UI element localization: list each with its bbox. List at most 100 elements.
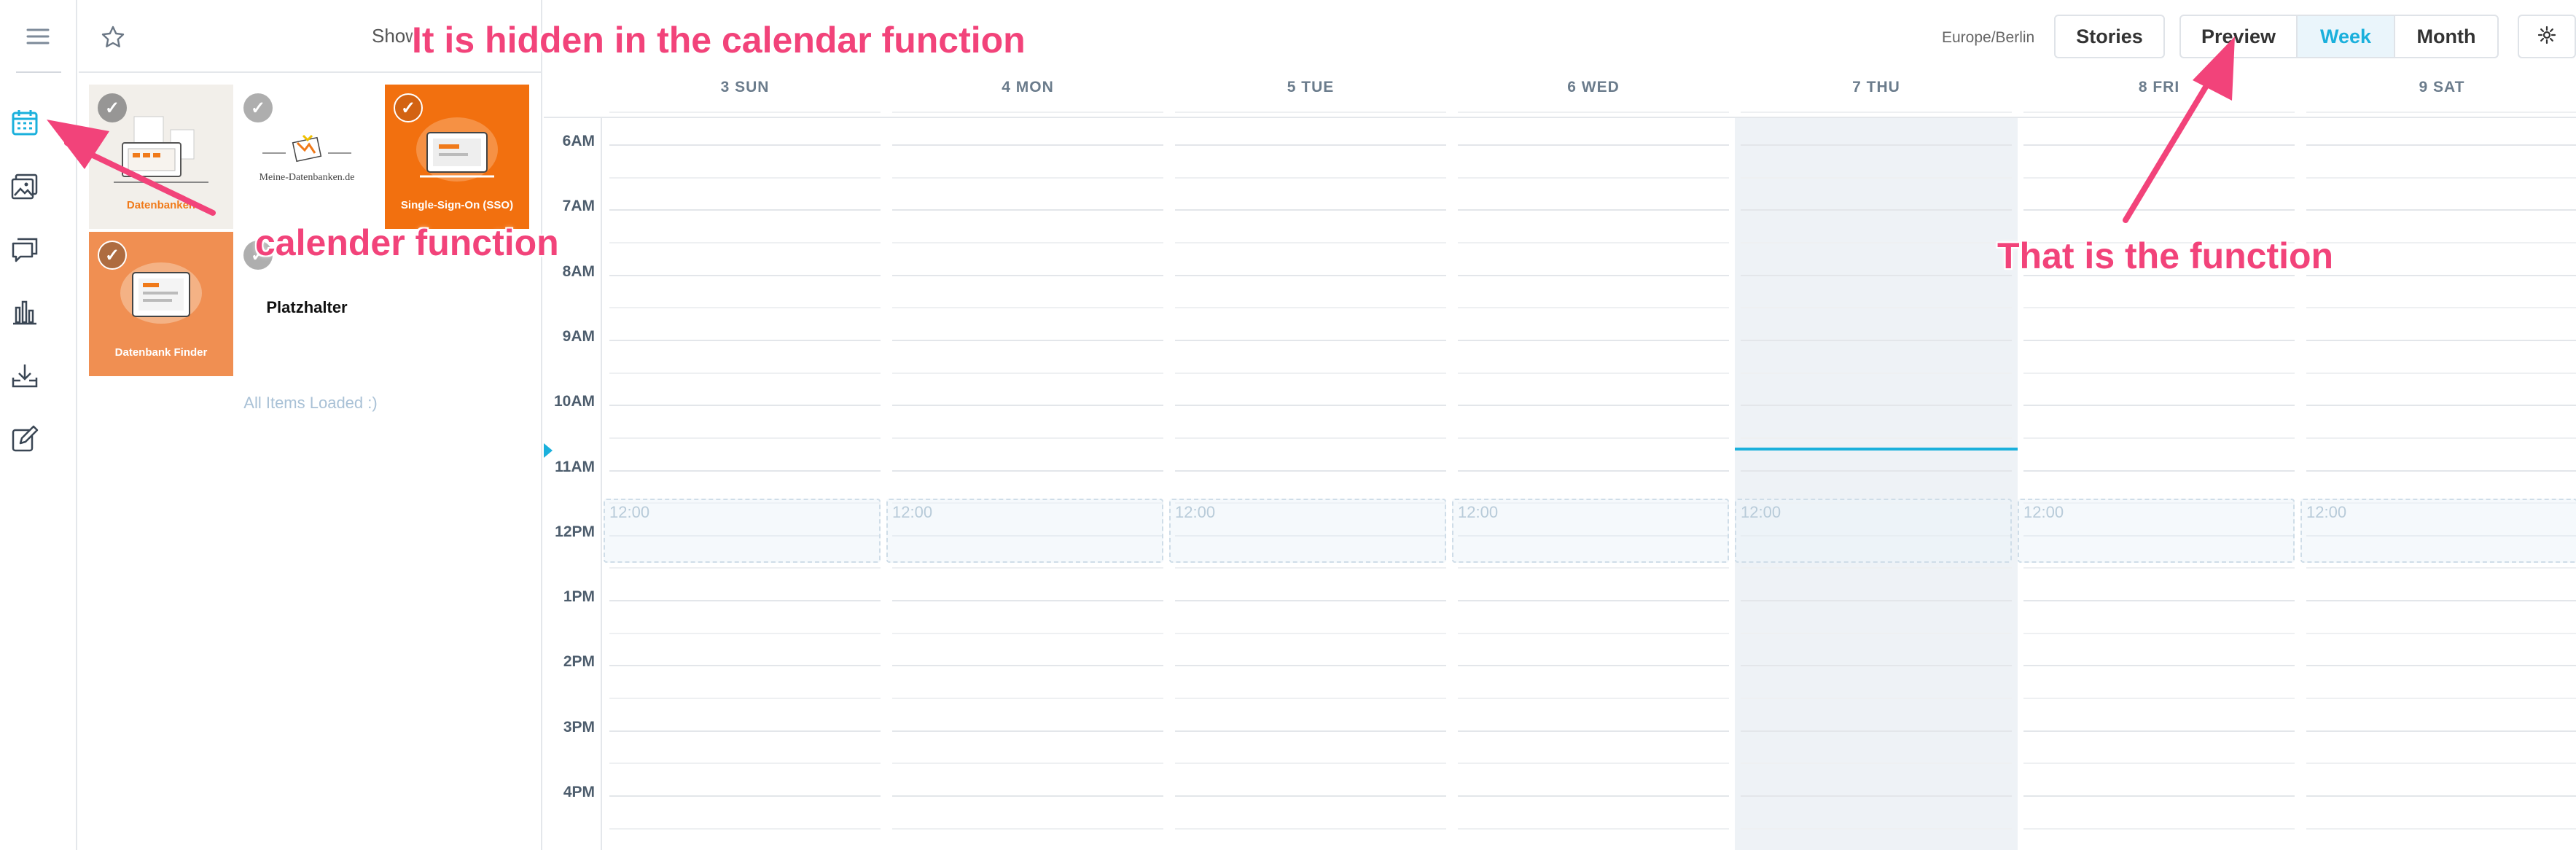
time-slot[interactable]: 12:00 bbox=[1735, 498, 2012, 563]
half-hour-line bbox=[2023, 112, 2295, 114]
check-icon[interactable]: ✓ bbox=[98, 241, 127, 270]
day-column[interactable]: 12:00 bbox=[1735, 112, 2018, 850]
annotation-right: That is the function bbox=[1997, 235, 2334, 276]
day-column[interactable]: 12:00 bbox=[1452, 112, 1735, 850]
hour-line bbox=[2306, 730, 2576, 732]
time-slot[interactable]: 12:00 bbox=[1452, 498, 1729, 563]
month-button[interactable]: Month bbox=[2394, 15, 2499, 58]
time-slot[interactable]: 12:00 bbox=[2300, 498, 2576, 563]
hour-line bbox=[1175, 795, 1446, 797]
day-header[interactable]: 3 SUN bbox=[604, 79, 886, 114]
tile-label: Single-Sign-On (SSO) bbox=[400, 199, 514, 211]
half-hour-line bbox=[892, 763, 1163, 765]
day-header[interactable]: 6 WED bbox=[1452, 79, 1735, 114]
preview-button[interactable]: Preview bbox=[2179, 15, 2298, 58]
current-time-marker bbox=[544, 443, 553, 459]
hour-line bbox=[1458, 339, 1729, 341]
calendar-icon[interactable] bbox=[10, 108, 39, 137]
slot-label: 12:00 bbox=[2023, 502, 2064, 521]
week-button[interactable]: Week bbox=[2296, 15, 2395, 58]
hour-line bbox=[1458, 144, 1729, 146]
check-icon[interactable]: ✓ bbox=[98, 93, 127, 122]
library-tile[interactable]: ✓ Single-Sign-On (SSO) bbox=[385, 85, 529, 229]
half-hour-line bbox=[1741, 307, 2012, 309]
time-slot[interactable]: 12:00 bbox=[886, 498, 1163, 563]
hour-line bbox=[1458, 730, 1729, 732]
hour-line bbox=[892, 209, 1163, 211]
time-slot[interactable]: 12:00 bbox=[604, 498, 881, 563]
half-hour-line bbox=[1458, 176, 1729, 179]
half-hour-line bbox=[892, 827, 1163, 830]
chat-icon[interactable] bbox=[10, 235, 39, 264]
day-column[interactable]: 12:00 bbox=[1169, 112, 1452, 850]
slot-label: 12:00 bbox=[1458, 502, 1499, 521]
half-hour-line bbox=[2023, 827, 2295, 830]
day-header[interactable]: 9 SAT bbox=[2300, 79, 2576, 114]
tile-label: Datenbank Finder bbox=[114, 346, 208, 359]
settings-button[interactable] bbox=[2518, 15, 2576, 58]
hour-label: 10AM bbox=[553, 393, 595, 410]
hour-line bbox=[2306, 209, 2576, 211]
download-icon[interactable] bbox=[10, 362, 39, 391]
hour-line bbox=[892, 405, 1163, 407]
hour-line bbox=[609, 339, 881, 341]
hour-line bbox=[1175, 144, 1446, 146]
analytics-icon[interactable] bbox=[10, 297, 39, 327]
half-hour-line bbox=[892, 241, 1163, 243]
half-hour-line bbox=[609, 112, 881, 114]
hour-label: 7AM bbox=[562, 198, 595, 215]
hour-line bbox=[1175, 730, 1446, 732]
hour-line bbox=[1175, 600, 1446, 602]
half-hour-line bbox=[1458, 372, 1729, 374]
hour-label: 8AM bbox=[562, 262, 595, 280]
hour-line bbox=[2023, 209, 2295, 211]
edit-icon[interactable] bbox=[10, 424, 39, 453]
time-slot[interactable]: 12:00 bbox=[2018, 498, 2295, 563]
hour-line bbox=[1741, 665, 2012, 667]
hour-line bbox=[1741, 209, 2012, 211]
star-icon[interactable] bbox=[101, 25, 125, 50]
day-header[interactable]: 7 THU bbox=[1735, 79, 2018, 114]
hour-line bbox=[1458, 600, 1729, 602]
stories-button[interactable]: Stories bbox=[2054, 15, 2165, 58]
day-header[interactable]: 8 FRI bbox=[2018, 79, 2300, 114]
tile-label: Datenbanken bbox=[126, 199, 196, 211]
library-tile[interactable]: ✓ Meine-Datenbanken.de bbox=[235, 85, 379, 229]
hour-line bbox=[2023, 730, 2295, 732]
time-slot[interactable]: 12:00 bbox=[1169, 498, 1446, 563]
library-tile[interactable]: ✓ Datenbank Finder bbox=[89, 232, 233, 376]
hour-line bbox=[2306, 144, 2576, 146]
half-hour-line bbox=[1175, 307, 1446, 309]
check-icon[interactable]: ✓ bbox=[394, 93, 423, 122]
half-hour-line bbox=[1741, 698, 2012, 700]
hour-line bbox=[2306, 795, 2576, 797]
half-hour-line bbox=[2023, 307, 2295, 309]
hour-line bbox=[892, 339, 1163, 341]
timezone-label[interactable]: Europe/Berlin bbox=[1942, 29, 2034, 47]
half-hour-line bbox=[609, 827, 881, 830]
hour-line bbox=[609, 665, 881, 667]
hour-line bbox=[1741, 469, 2012, 472]
half-hour-line bbox=[1175, 437, 1446, 439]
day-header[interactable]: 5 TUE bbox=[1169, 79, 1452, 114]
half-hour-line bbox=[892, 176, 1163, 179]
half-hour-line bbox=[892, 632, 1163, 634]
hour-line bbox=[892, 144, 1163, 146]
gallery-icon[interactable] bbox=[10, 172, 39, 201]
hour-line bbox=[1741, 730, 2012, 732]
half-hour-line bbox=[1458, 763, 1729, 765]
half-hour-line bbox=[2306, 307, 2576, 309]
slot-label: 12:00 bbox=[1175, 502, 1216, 521]
day-column[interactable]: 12:00 bbox=[2018, 112, 2300, 850]
day-column[interactable]: 12:00 bbox=[604, 112, 886, 850]
day-column[interactable]: 12:00 bbox=[2300, 112, 2576, 850]
half-hour-line bbox=[2023, 567, 2295, 569]
hour-line bbox=[1175, 339, 1446, 341]
day-column[interactable]: 12:00 bbox=[886, 112, 1169, 850]
half-hour-line bbox=[1458, 632, 1729, 634]
hour-line bbox=[2306, 339, 2576, 341]
menu-icon[interactable] bbox=[25, 23, 51, 50]
library-tile[interactable]: ✓ Datenbanken bbox=[89, 85, 233, 229]
check-icon[interactable]: ✓ bbox=[243, 93, 273, 122]
day-header[interactable]: 4 MON bbox=[886, 79, 1169, 114]
